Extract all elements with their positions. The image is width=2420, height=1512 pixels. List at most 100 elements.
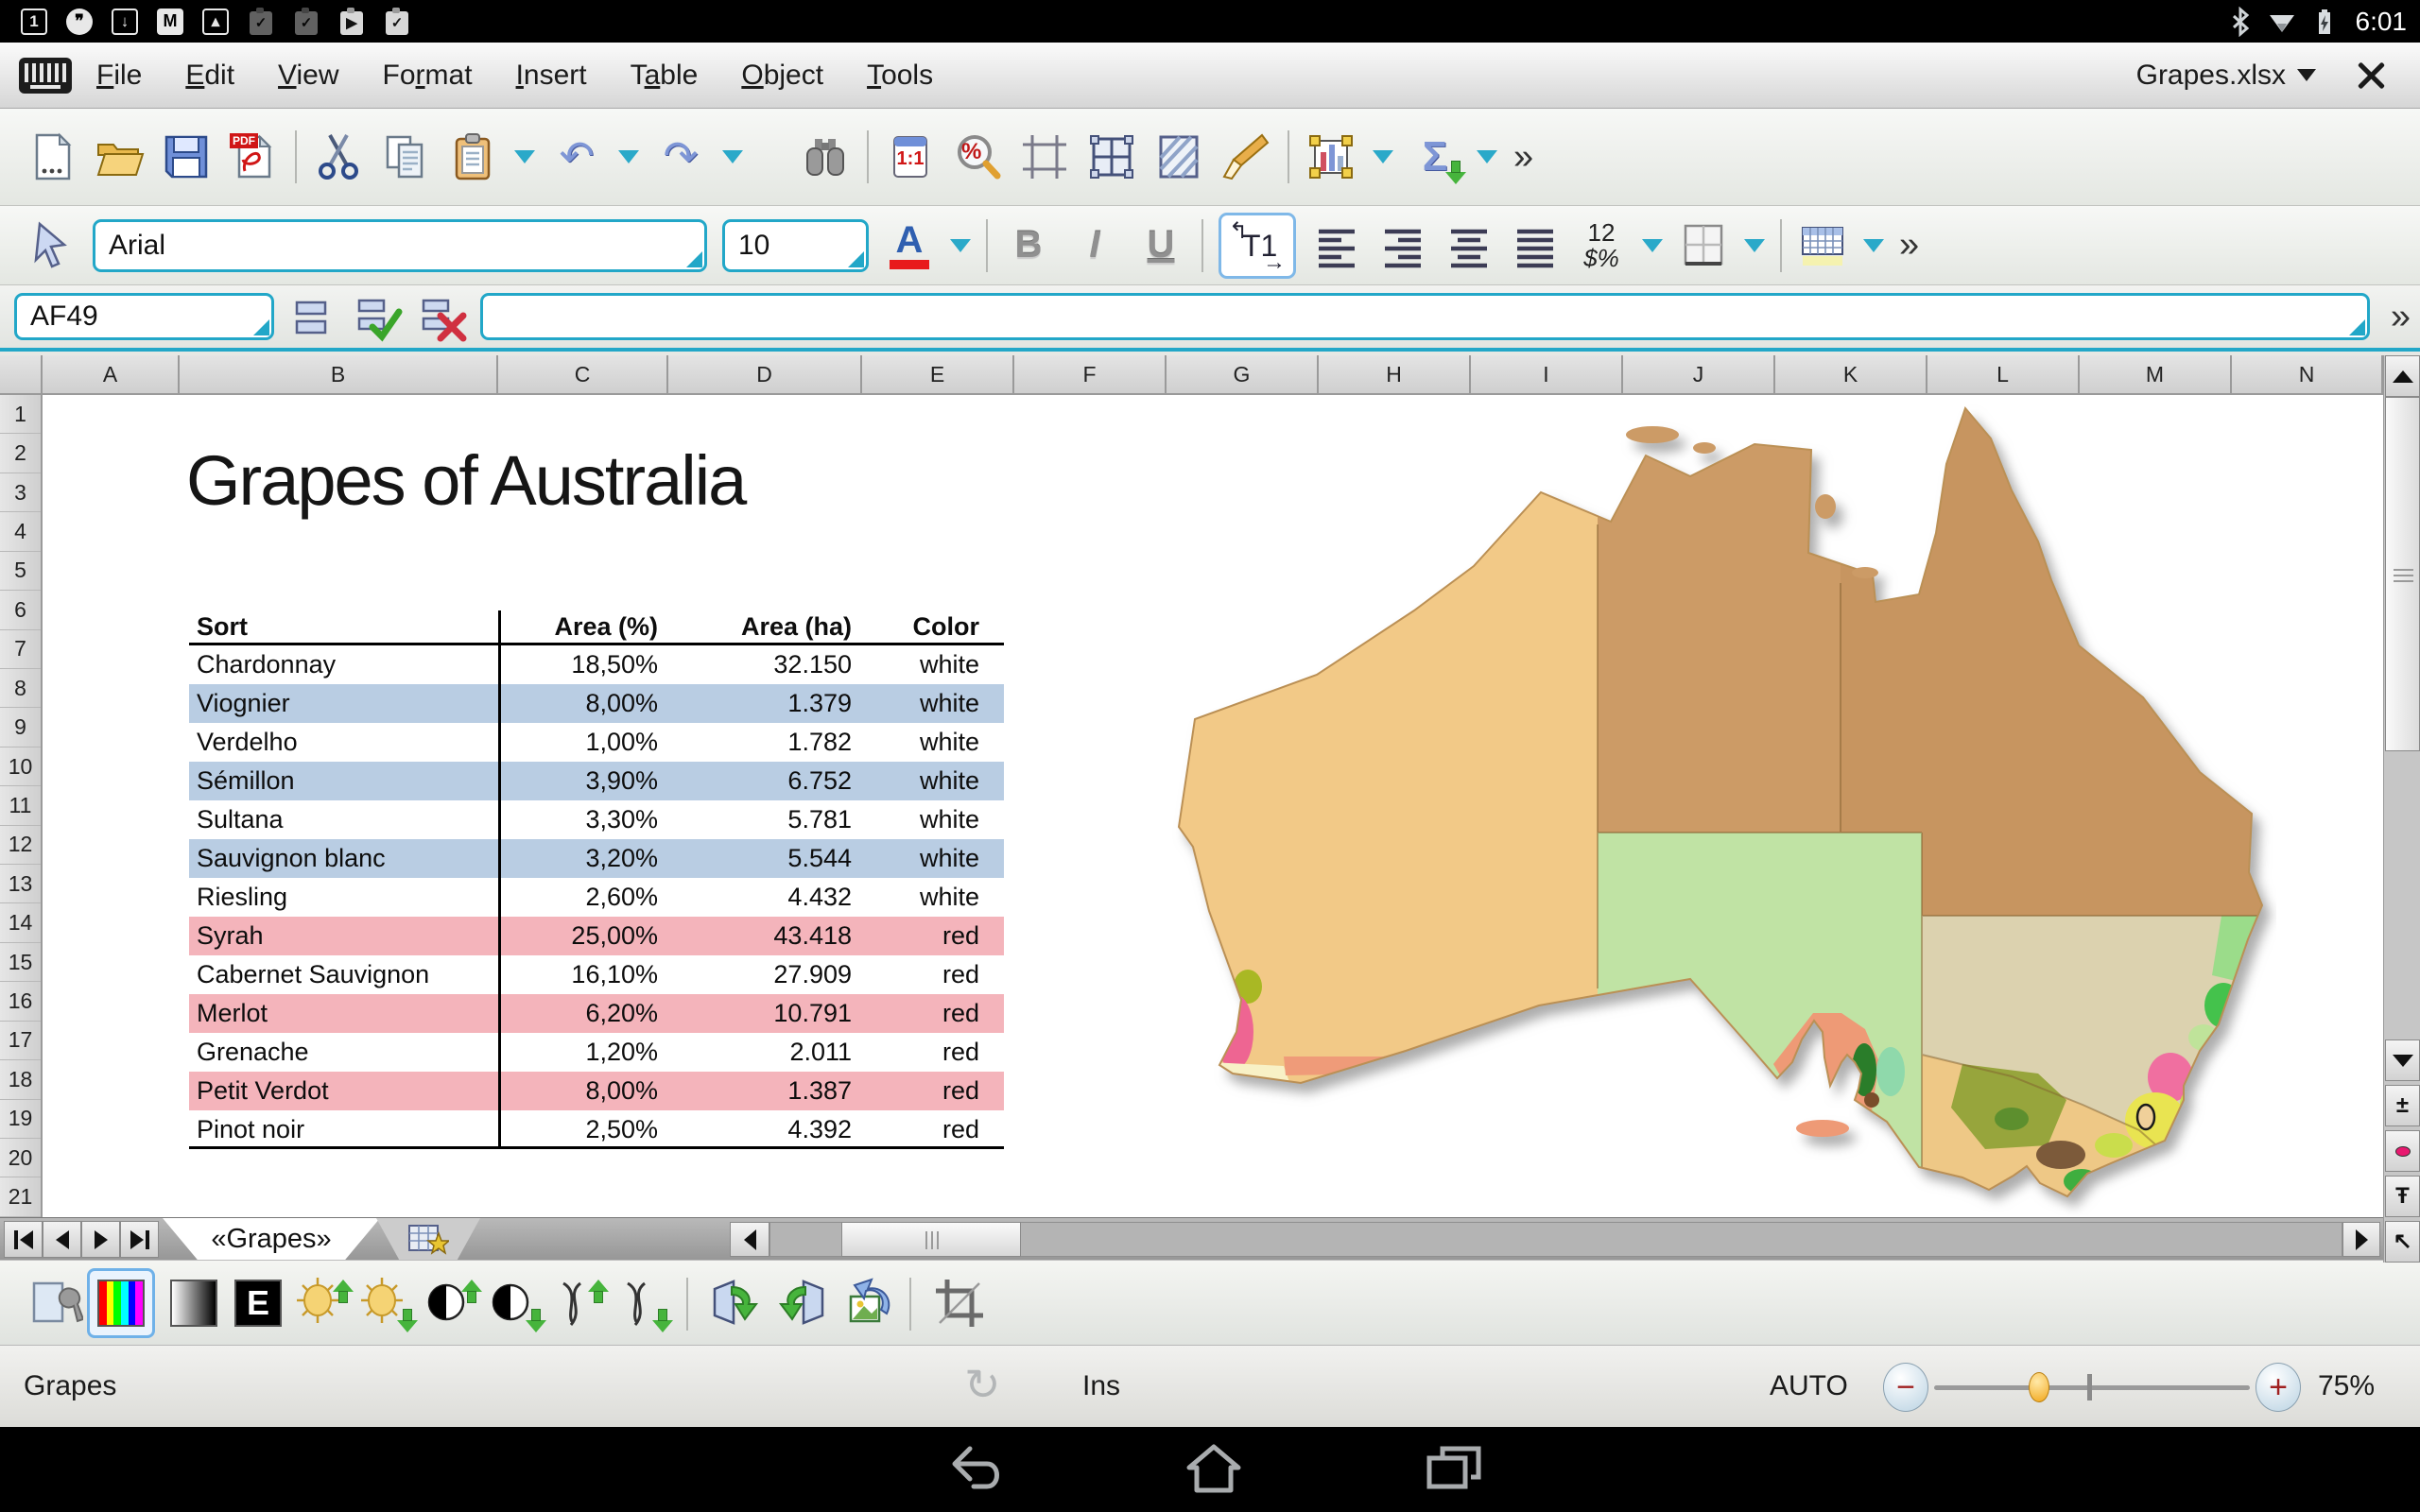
rotate-right-icon[interactable] <box>707 1276 762 1331</box>
column-header[interactable]: A <box>43 355 180 393</box>
merge-cells-icon[interactable] <box>1086 131 1137 182</box>
cell-area-ha[interactable]: 1.387 <box>662 1072 856 1110</box>
row-header[interactable]: 8 <box>0 669 41 708</box>
row-header[interactable]: 3 <box>0 473 41 512</box>
last-sheet-button[interactable] <box>120 1221 159 1258</box>
number-format-icon[interactable]: 12 $% <box>1576 220 1627 271</box>
close-document-button[interactable] <box>2354 59 2388 93</box>
cell-sort[interactable]: Cabernet Sauvignon <box>189 955 498 994</box>
cell-sort[interactable]: Pinot noir <box>189 1110 498 1149</box>
cell-color[interactable]: white <box>856 762 1004 800</box>
row-header[interactable]: 1 <box>0 395 41 434</box>
header-color[interactable]: Color <box>856 610 1004 643</box>
autosum-dropdown-icon[interactable] <box>1477 150 1497 163</box>
cell-sort[interactable]: Sultana <box>189 800 498 839</box>
table-row[interactable]: Merlot 6,20% 10.791 red <box>189 994 1004 1033</box>
confirm-entry-icon[interactable] <box>352 291 403 342</box>
first-sheet-button[interactable] <box>4 1221 43 1258</box>
cell-color[interactable]: white <box>856 839 1004 878</box>
back-button-icon[interactable] <box>945 1441 1006 1498</box>
paste-icon[interactable] <box>447 131 498 182</box>
bold-button[interactable]: B <box>1003 224 1054 266</box>
australia-map-object[interactable] <box>1161 401 2276 1215</box>
toolbar-overflow-chevron[interactable]: » <box>1513 137 1533 178</box>
scroll-down-button[interactable] <box>2385 1040 2420 1081</box>
cell-area-pct[interactable]: 6,20% <box>498 994 662 1033</box>
column-header[interactable]: G <box>1167 355 1319 393</box>
highlight-marker-button[interactable] <box>2385 1130 2420 1172</box>
copy-icon[interactable] <box>380 131 431 182</box>
cell-area-ha[interactable]: 5.544 <box>662 839 856 878</box>
formula-bar-overflow-chevron[interactable]: » <box>2391 297 2411 337</box>
redo-icon[interactable]: ↷ <box>655 131 706 182</box>
cut-icon[interactable] <box>313 131 364 182</box>
split-view-button[interactable]: ± <box>2385 1085 2420 1126</box>
cell-area-pct[interactable]: 3,90% <box>498 762 662 800</box>
cell-grid[interactable]: Grapes of Australia Sort Area (%) Area (… <box>43 395 2383 1217</box>
sheet-tab-grapes[interactable]: «Grapes» <box>163 1218 380 1260</box>
zoom-in-button[interactable]: + <box>2256 1363 2301 1412</box>
cell-sort[interactable]: Grenache <box>189 1033 498 1072</box>
cell-sort[interactable]: Sauvignon blanc <box>189 839 498 878</box>
undo-dropdown-icon[interactable] <box>618 150 639 163</box>
chart-object-icon[interactable] <box>1305 131 1357 182</box>
cursor-pointer-icon[interactable] <box>26 220 78 271</box>
header-sort[interactable]: Sort <box>189 610 498 643</box>
header-area-ha[interactable]: Area (ha) <box>662 610 856 643</box>
font-size-combo[interactable]: 10 <box>722 219 869 272</box>
zoom-out-button[interactable]: − <box>1883 1363 1928 1412</box>
select-all-corner[interactable] <box>0 355 43 395</box>
cell-area-pct[interactable]: 8,00% <box>498 1072 662 1110</box>
cell-sort[interactable]: Viognier <box>189 684 498 723</box>
column-header[interactable]: D <box>668 355 862 393</box>
contrast-down-icon[interactable] <box>488 1276 543 1331</box>
column-header[interactable]: C <box>498 355 668 393</box>
row-header[interactable]: 16 <box>0 982 41 1021</box>
table-row[interactable]: Sémillon 3,90% 6.752 white <box>189 762 1004 800</box>
zoom-slider-thumb[interactable] <box>2029 1372 2049 1402</box>
table-row[interactable]: Petit Verdot 8,00% 1.387 red <box>189 1072 1004 1110</box>
horizontal-scroll-thumb[interactable] <box>841 1222 1021 1257</box>
crop-icon[interactable] <box>932 1276 987 1331</box>
brightness-down-icon[interactable] <box>359 1276 414 1331</box>
clipboard-check-dim-icon[interactable]: ✓ <box>291 7 321 37</box>
menu-item[interactable]: Tools <box>867 60 933 92</box>
cell-color[interactable]: red <box>856 1033 1004 1072</box>
text-rotation-toggle[interactable]: ↰ T1 → <box>1219 213 1296 279</box>
table-row[interactable]: Sultana 3,30% 5.781 white <box>189 800 1004 839</box>
next-sheet-button[interactable] <box>81 1221 120 1258</box>
recents-button-icon[interactable] <box>1424 1441 1484 1498</box>
menu-item[interactable]: Edit <box>185 60 234 92</box>
cancel-entry-icon[interactable] <box>416 291 467 342</box>
cell-area-ha[interactable]: 43.418 <box>662 917 856 955</box>
row-header[interactable]: 21 <box>0 1177 41 1216</box>
reset-image-icon[interactable] <box>843 1276 898 1331</box>
blackwhite-mode-icon[interactable]: E <box>231 1276 285 1331</box>
table-row[interactable]: Pinot noir 2,50% 4.392 red <box>189 1110 1004 1149</box>
clipboard-play-icon[interactable]: ▶ <box>337 7 367 37</box>
table-style-dropdown-icon[interactable] <box>1863 239 1884 252</box>
cell-color[interactable]: red <box>856 994 1004 1033</box>
cell-sort[interactable]: Merlot <box>189 994 498 1033</box>
menu-item[interactable]: View <box>278 60 338 92</box>
table-row[interactable]: Cabernet Sauvignon 16,10% 27.909 red <box>189 955 1004 994</box>
align-center-icon[interactable] <box>1443 220 1495 271</box>
keyboard-icon[interactable] <box>19 58 72 94</box>
scroll-right-button[interactable] <box>2342 1222 2380 1257</box>
table-row[interactable]: Grenache 1,20% 2.011 red <box>189 1033 1004 1072</box>
cell-name-box[interactable]: AF49 <box>14 293 274 340</box>
align-left-icon[interactable] <box>1311 220 1362 271</box>
row-header[interactable]: 10 <box>0 747 41 786</box>
hangouts-notification-icon[interactable]: ❞ <box>64 7 95 37</box>
row-header[interactable]: 9 <box>0 708 41 747</box>
italic-button[interactable]: I <box>1069 224 1120 266</box>
find-binoculars-icon[interactable] <box>800 131 851 182</box>
align-right-icon[interactable] <box>1377 220 1428 271</box>
paste-dropdown-icon[interactable] <box>514 150 535 163</box>
cell-area-pct[interactable]: 25,00% <box>498 917 662 955</box>
cell-color[interactable]: red <box>856 955 1004 994</box>
vertical-scrollbar[interactable]: ± Ŧ ↖ <box>2383 355 2420 1263</box>
cell-area-pct[interactable]: 2,60% <box>498 878 662 917</box>
rotate-left-icon[interactable] <box>775 1276 830 1331</box>
undo-icon[interactable]: ↶ <box>551 131 602 182</box>
